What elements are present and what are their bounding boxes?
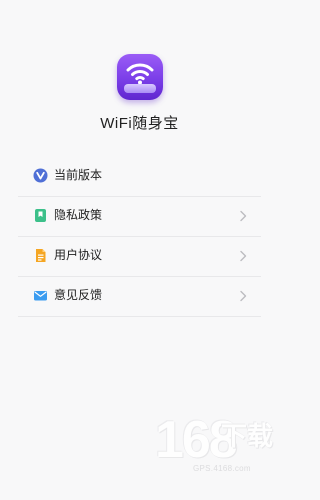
chevron-right-icon	[240, 290, 247, 302]
menu-item-feedback[interactable]: 意见反馈	[18, 277, 261, 317]
watermark-url: GPS.4168.com	[193, 464, 251, 473]
mail-icon	[34, 291, 47, 301]
settings-menu: 当前版本 隐私政策 用户协议 意见反馈	[18, 157, 261, 317]
menu-item-label: 用户协议	[54, 248, 103, 262]
menu-item-current-version[interactable]: 当前版本	[18, 157, 261, 197]
version-v-icon	[33, 168, 48, 183]
chevron-right-icon	[240, 210, 247, 222]
chevron-right-icon	[240, 250, 247, 262]
menu-item-label: 当前版本	[54, 168, 103, 182]
menu-item-label: 意见反馈	[54, 288, 103, 302]
app-name: WiFi随身宝	[100, 115, 179, 132]
app-header: WiFi随身宝	[0, 0, 279, 150]
document-icon	[36, 249, 46, 262]
site-watermark: 168 下载 GPS.4168.com	[155, 412, 275, 482]
menu-item-privacy-policy[interactable]: 隐私政策	[18, 197, 261, 237]
menu-item-label: 隐私政策	[54, 208, 103, 222]
app-logo-base	[124, 84, 156, 93]
menu-item-user-agreement[interactable]: 用户协议	[18, 237, 261, 277]
bookmark-icon	[35, 209, 46, 222]
wifi-icon	[126, 63, 154, 85]
watermark-suffix: 下载	[221, 421, 274, 451]
app-logo	[117, 54, 163, 100]
